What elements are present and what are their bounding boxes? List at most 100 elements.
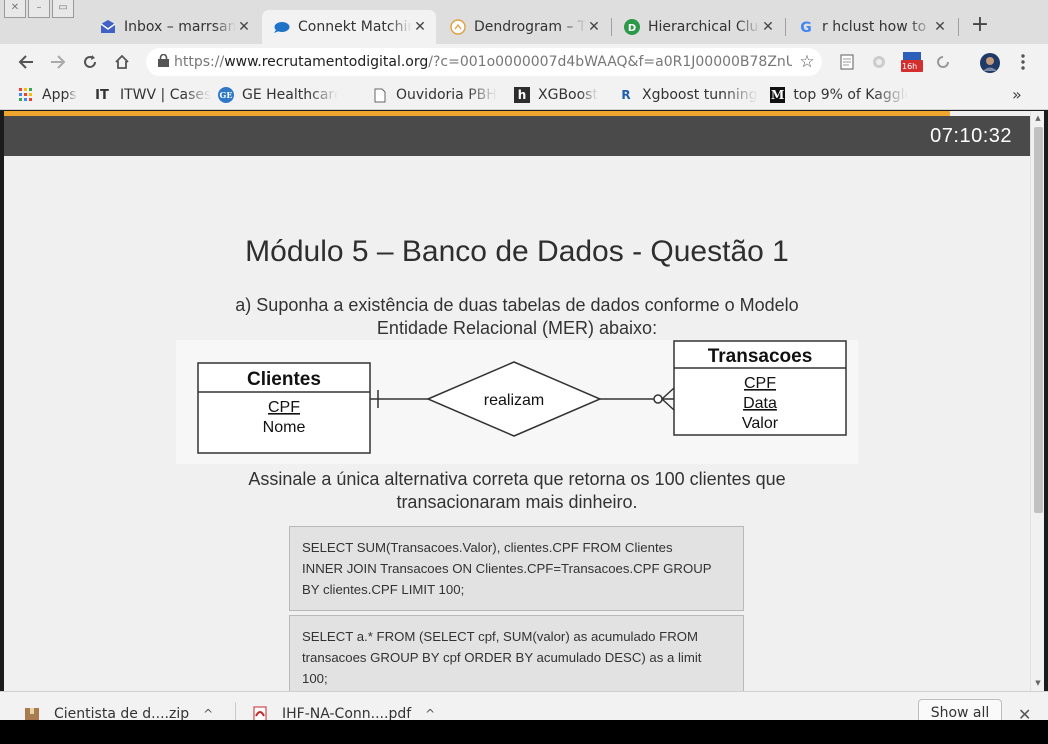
extension-badge: 16h	[902, 62, 918, 71]
tab-connekt[interactable]: Connekt Matching ✕	[262, 10, 436, 44]
new-tab-button[interactable]: +	[970, 14, 990, 38]
entity-name: Transacoes	[708, 346, 813, 367]
extension-circle-icon[interactable]	[870, 53, 888, 71]
svg-text:G: G	[800, 20, 812, 35]
tab-close-icon[interactable]: ✕	[412, 19, 428, 35]
lock-icon[interactable]	[146, 53, 174, 70]
er-diagram: Clientes CPF Nome realizam Transacoes CP…	[176, 340, 858, 464]
home-icon	[115, 54, 129, 69]
question-instruction: Assinale a única alternativa correta que…	[248, 469, 786, 512]
r-icon: R	[621, 88, 631, 102]
calendar-extension-icon[interactable]: 16h	[900, 52, 924, 72]
chevron-up-icon[interactable]: ^	[203, 707, 213, 720]
profile-avatar[interactable]	[980, 53, 1000, 73]
m-icon: M	[770, 87, 786, 103]
ge-icon: GE	[218, 87, 234, 103]
scroll-down-arrow-icon[interactable]: ▼	[1031, 679, 1045, 689]
h-icon: h	[514, 87, 530, 103]
tab-title: r hclust how to fo	[822, 19, 932, 35]
svg-text:GE: GE	[220, 90, 233, 100]
entity-transacoes: Transacoes CPF Data Valor	[673, 340, 847, 436]
back-arrow-icon	[18, 55, 33, 69]
itwv-icon: IT	[95, 87, 109, 103]
relationship-realizam: realizam	[426, 361, 602, 437]
tab-dendrogram[interactable]: Dendrogram – The ✕	[438, 10, 610, 44]
entity-clientes: Clientes CPF Nome	[197, 362, 371, 454]
tab-close-icon[interactable]: ✕	[932, 19, 948, 35]
connekt-icon	[274, 19, 290, 35]
zip-file-icon	[25, 708, 39, 720]
home-button[interactable]	[110, 50, 134, 74]
attribute: Valor	[742, 415, 779, 432]
bookmarks-bar: Apps IT ITWV | Cases GE GE Healthcare Ca…	[0, 80, 1048, 110]
question-intro: a) Suponha a existência de duas tabelas …	[235, 295, 799, 338]
exam-timer: 07:10:32	[930, 125, 1012, 147]
bookmark-ouvidoria[interactable]: Ouvidoria PBH	[372, 85, 497, 105]
reader-icon[interactable]	[838, 53, 856, 71]
tab-separator	[958, 18, 959, 36]
sync-extension-icon[interactable]	[934, 53, 952, 71]
entity-name: Clientes	[247, 369, 321, 390]
apps-grid-icon	[18, 87, 34, 103]
tab-close-icon[interactable]: ✕	[586, 19, 602, 35]
zero-cardinality-mark	[653, 394, 663, 404]
tab-close-icon[interactable]: ✕	[760, 19, 776, 35]
page-viewport: 07:10:32 Módulo 5 – Banco de Dados - Que…	[4, 111, 1030, 691]
answer-option[interactable]: SELECT a.* FROM (SELECT cpf, SUM(valor) …	[289, 615, 744, 691]
bookmark-apps[interactable]: Apps	[18, 85, 77, 105]
tab-google[interactable]: G r hclust how to fo ✕	[786, 10, 956, 44]
close-shelf-icon[interactable]: ✕	[1018, 705, 1031, 720]
browser-toolbar: https://www.recrutamentodigital.org/?c=0…	[0, 44, 1048, 80]
bookmark-kaggle[interactable]: M top 9% of Kaggle	[770, 85, 908, 105]
reload-button[interactable]	[78, 50, 102, 74]
bookmark-ge-healthcare[interactable]: GE GE Healthcare Ca	[218, 85, 338, 105]
chevron-up-icon[interactable]: ^	[425, 707, 435, 720]
forward-button[interactable]	[46, 50, 70, 74]
window-close-button[interactable]: ✕	[4, 0, 26, 18]
address-bar[interactable]: https://www.recrutamentodigital.org/?c=0…	[146, 48, 822, 76]
menu-kebab-icon[interactable]	[1014, 53, 1032, 71]
dendrogram-icon	[450, 19, 466, 35]
download-item-zip[interactable]: Cientista de d....zip ^	[24, 706, 213, 720]
window-maximize-button[interactable]: ▭	[52, 0, 74, 18]
scroll-thumb[interactable]	[1034, 127, 1043, 513]
primary-key-attr: CPF	[744, 375, 776, 392]
tab-separator	[611, 18, 612, 36]
svg-text:D: D	[628, 23, 636, 34]
attribute: Nome	[263, 419, 306, 436]
tab-title: Inbox – marrsan	[124, 19, 236, 35]
pdf-file-icon	[253, 706, 267, 720]
window-minimize-button[interactable]: –	[28, 0, 50, 18]
download-separator	[235, 702, 236, 720]
tab-title: Hierarchical Clust	[648, 19, 760, 35]
window-controls: ✕ – ▭	[4, 0, 74, 20]
exam-header: 07:10:32	[4, 116, 1030, 156]
inbox-icon	[100, 19, 116, 35]
page-scrollbar[interactable]: ▲ ▼	[1030, 111, 1044, 691]
question-title: Módulo 5 – Banco de Dados - Questão 1	[245, 235, 789, 268]
key-attribute: Data	[743, 395, 777, 412]
many-cardinality-mark	[661, 387, 675, 400]
answer-option[interactable]: SELECT SUM(Transacoes.Valor), clientes.C…	[289, 526, 744, 611]
url-text[interactable]: https://www.recrutamentodigital.org/?c=0…	[174, 54, 792, 70]
back-button[interactable]	[14, 50, 38, 74]
scroll-up-arrow-icon[interactable]: ▲	[1031, 114, 1045, 124]
download-shelf: Cientista de d....zip ^ IHF-NA-Conn....p…	[0, 691, 1048, 720]
download-item-pdf[interactable]: IHF-NA-Conn....pdf ^	[252, 706, 435, 720]
tab-separator	[785, 18, 786, 36]
bookmarks-overflow-icon[interactable]: »	[1012, 85, 1022, 104]
primary-key-attr: CPF	[268, 399, 300, 416]
hierarchical-icon: D	[624, 19, 640, 35]
forward-arrow-icon	[51, 55, 66, 69]
tab-inbox[interactable]: Inbox – marrsan ✕	[88, 10, 260, 44]
bookmark-xgboost[interactable]: h XGBoost	[514, 85, 598, 105]
screen-edge	[0, 720, 1048, 744]
bookmark-xgboost-tunning[interactable]: R Xgboost tunning	[618, 85, 758, 105]
tab-close-icon[interactable]: ✕	[236, 19, 252, 35]
google-icon: G	[798, 19, 814, 35]
tab-hierarchical[interactable]: D Hierarchical Clust ✕	[612, 10, 784, 44]
bookmark-star-icon[interactable]: ☆	[792, 52, 822, 72]
reload-icon	[84, 55, 96, 68]
bookmark-itwv[interactable]: IT ITWV | Cases	[92, 85, 211, 105]
show-all-downloads-button[interactable]: Show all	[918, 699, 1002, 720]
